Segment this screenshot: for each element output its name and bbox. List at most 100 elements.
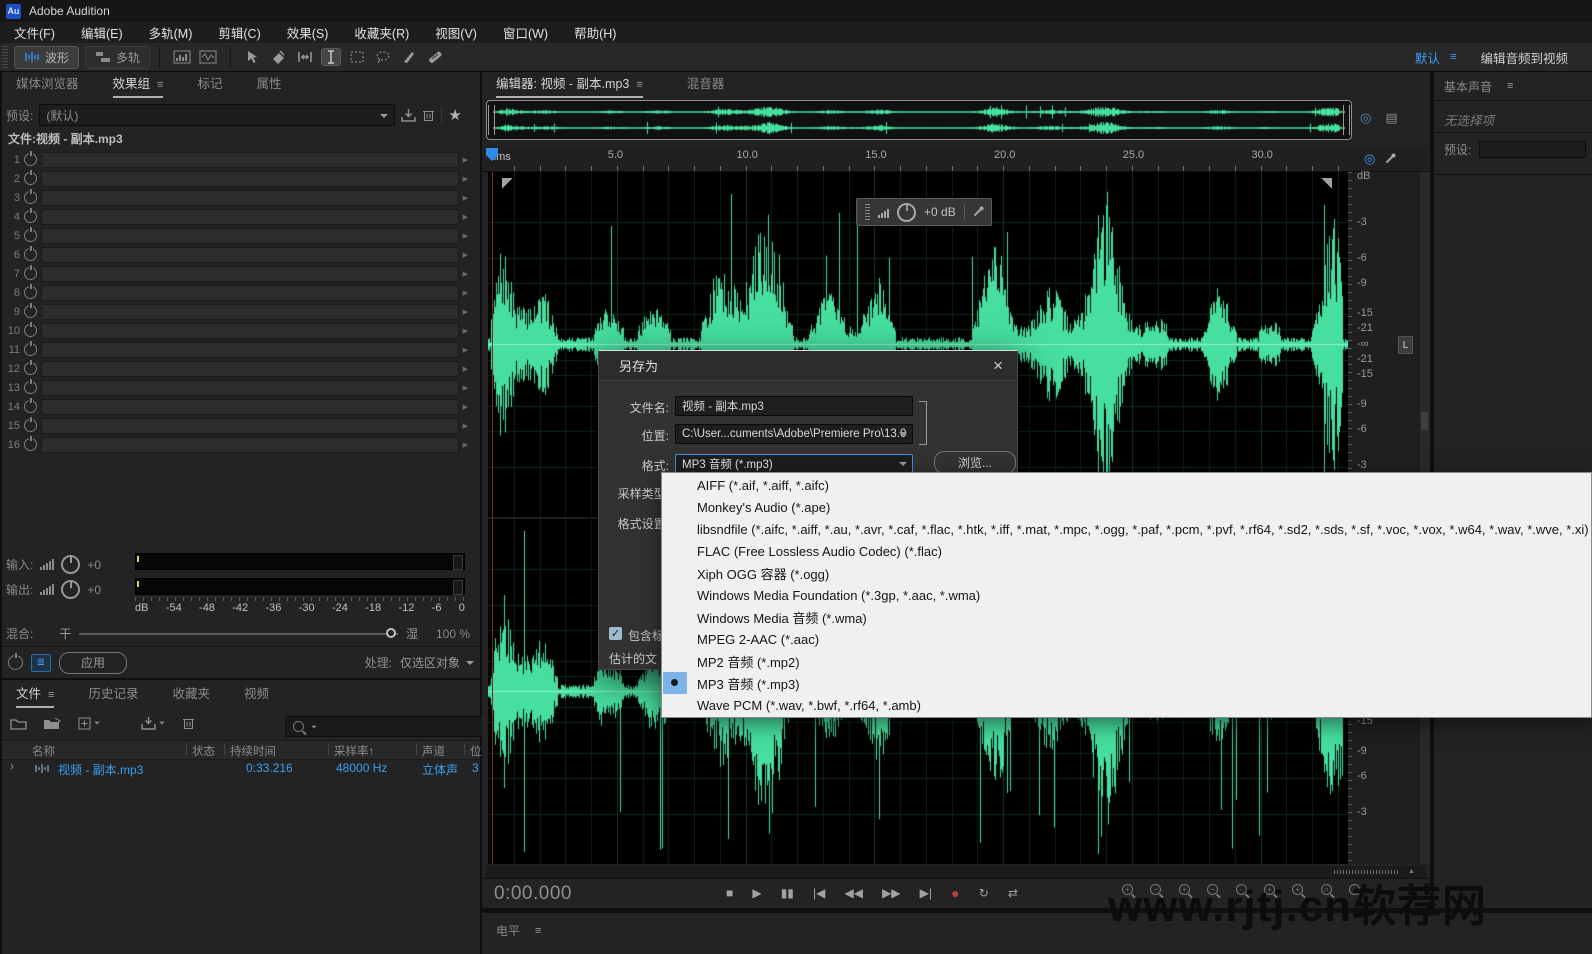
column-header-3[interactable]: 采样率↑: [334, 743, 374, 759]
skip-to-end-button[interactable]: ▶|: [920, 886, 932, 900]
trash-icon[interactable]: [182, 716, 195, 730]
column-divider[interactable]: [186, 743, 187, 755]
zoom-indicator-icon[interactable]: ◎: [1360, 110, 1371, 126]
column-divider[interactable]: [416, 743, 417, 755]
expand-arrow-icon[interactable]: ▶: [463, 232, 468, 240]
record-button[interactable]: ●: [951, 885, 959, 901]
filename-input[interactable]: 视频 - 副本.mp3: [675, 396, 913, 416]
pin-icon[interactable]: [1386, 154, 1394, 162]
rack-slot[interactable]: [41, 152, 459, 168]
power-icon[interactable]: [24, 362, 37, 375]
healing-brush-tool-icon[interactable]: [426, 49, 444, 65]
search-input[interactable]: [285, 716, 484, 737]
expand-arrow-icon[interactable]: ▶: [463, 156, 468, 164]
menu-item-6[interactable]: 视图(V): [435, 23, 477, 42]
output-gain-knob[interactable]: [61, 580, 80, 599]
column-header-5[interactable]: 位: [470, 743, 482, 759]
expand-arrow-icon[interactable]: ▶: [463, 175, 468, 183]
ibeam-tool-icon[interactable]: [322, 49, 340, 65]
favorite-star-icon[interactable]: ★: [448, 106, 461, 124]
power-icon[interactable]: [24, 381, 37, 394]
waveform-view-button[interactable]: 波形: [14, 46, 79, 69]
format-option-9[interactable]: MP3 音频 (*.mp3): [662, 672, 1591, 694]
expand-arrow-icon[interactable]: ▶: [463, 384, 468, 392]
dialog-titlebar[interactable]: 另存为 ×: [599, 351, 1017, 381]
panel-menu-icon[interactable]: ≡: [535, 925, 541, 937]
menu-item-3[interactable]: 剪辑(C): [218, 23, 260, 42]
process-select[interactable]: 仅选区对象: [400, 654, 474, 671]
expand-arrow-icon[interactable]: ▶: [463, 403, 468, 411]
power-icon[interactable]: [24, 153, 37, 166]
rack-slot[interactable]: [41, 361, 459, 377]
toolbar-grip[interactable]: [2, 46, 8, 68]
input-gain-knob[interactable]: [61, 555, 80, 574]
skip-to-start-button[interactable]: |◀: [813, 886, 825, 900]
power-icon[interactable]: [24, 305, 37, 318]
power-icon[interactable]: [24, 248, 37, 261]
power-icon[interactable]: [24, 286, 37, 299]
tab-editor[interactable]: 编辑器: 视频 - 副本.mp3≡: [496, 73, 643, 98]
rack-slot[interactable]: [41, 285, 459, 301]
meter-handle[interactable]: [453, 555, 463, 570]
power-icon[interactable]: [24, 229, 37, 242]
file-duration[interactable]: 0:33.216: [246, 761, 293, 775]
delete-preset-icon[interactable]: [422, 108, 435, 122]
power-icon[interactable]: [24, 267, 37, 280]
power-icon[interactable]: [24, 343, 37, 356]
overview-right-handle[interactable]: [1343, 105, 1350, 135]
rack-slot[interactable]: [41, 323, 459, 339]
show-waveform-icon[interactable]: [199, 49, 217, 65]
channel-left-badge[interactable]: L: [1398, 336, 1413, 354]
power-icon[interactable]: [24, 172, 37, 185]
stop-button[interactable]: ■: [726, 886, 733, 900]
new-item-icon[interactable]: [78, 717, 101, 730]
rack-slot[interactable]: [41, 437, 459, 453]
column-divider[interactable]: [464, 743, 465, 755]
lasso-tool-icon[interactable]: [374, 49, 392, 65]
expand-arrow-icon[interactable]: ▶: [463, 346, 468, 354]
essential-sound-tab[interactable]: 基本声音 ≡: [1434, 72, 1592, 100]
razor-tool-icon[interactable]: [270, 49, 288, 65]
file-bits[interactable]: 3: [472, 761, 479, 775]
expand-arrow-icon[interactable]: ▶: [463, 422, 468, 430]
rack-slot[interactable]: [41, 342, 459, 358]
panel-menu-icon[interactable]: ≡: [48, 689, 54, 701]
format-option-0[interactable]: AIFF (*.aif, *.aiff, *.aifc): [662, 474, 1591, 496]
hud-gain-knob[interactable]: [897, 203, 916, 222]
format-option-3[interactable]: FLAC (Free Lossless Audio Codec) (*.flac…: [662, 540, 1591, 562]
overview-left-handle[interactable]: [488, 105, 495, 135]
tab-media-browser[interactable]: 媒体浏览器: [16, 73, 79, 98]
format-option-5[interactable]: Windows Media Foundation (*.3gp, *.aac, …: [662, 584, 1591, 606]
marquee-tool-icon[interactable]: [348, 49, 366, 65]
hud-pin-icon[interactable]: [973, 208, 981, 216]
tab-files[interactable]: 文件≡: [16, 683, 54, 708]
panel-menu-icon[interactable]: ≡: [157, 79, 163, 91]
loop-playback-button[interactable]: ↻: [979, 886, 989, 900]
menu-item-7[interactable]: 窗口(W): [503, 23, 548, 42]
tab-markers[interactable]: 标记: [197, 73, 222, 98]
file-sample-rate[interactable]: 48000 Hz: [336, 761, 387, 775]
rack-slot[interactable]: [41, 304, 459, 320]
format-option-6[interactable]: Windows Media 音频 (*.wma): [662, 606, 1591, 628]
browse-button[interactable]: 浏览...: [934, 451, 1016, 474]
panel-grip[interactable]: [1421, 412, 1428, 430]
save-all-icon[interactable]: [141, 716, 166, 730]
power-icon[interactable]: [24, 324, 37, 337]
menu-item-0[interactable]: 文件(F): [14, 23, 55, 42]
time-display[interactable]: 0:00.000: [494, 883, 572, 905]
format-option-1[interactable]: Monkey's Audio (*.ape): [662, 496, 1591, 518]
tab-video[interactable]: 视频: [244, 683, 269, 708]
file-row[interactable]: ›视频 - 副本.mp30:33.21648000 Hz立体声3: [2, 759, 480, 781]
show-spectrum-icon[interactable]: [173, 49, 191, 65]
workspace-menu-icon[interactable]: ≡: [1450, 51, 1456, 63]
save-preset-icon[interactable]: [401, 108, 416, 122]
hud-grip[interactable]: [865, 204, 870, 220]
fade-out-handle[interactable]: [1321, 178, 1332, 189]
expand-arrow-icon[interactable]: ▶: [463, 441, 468, 449]
open-folder-icon[interactable]: [10, 717, 27, 730]
menu-item-8[interactable]: 帮助(H): [574, 23, 616, 42]
expand-arrow-icon[interactable]: ▶: [463, 213, 468, 221]
tab-favorites[interactable]: 收藏夹: [172, 683, 210, 708]
format-option-8[interactable]: MP2 音频 (*.mp2): [662, 650, 1591, 672]
paintbrush-tool-icon[interactable]: [400, 49, 418, 65]
